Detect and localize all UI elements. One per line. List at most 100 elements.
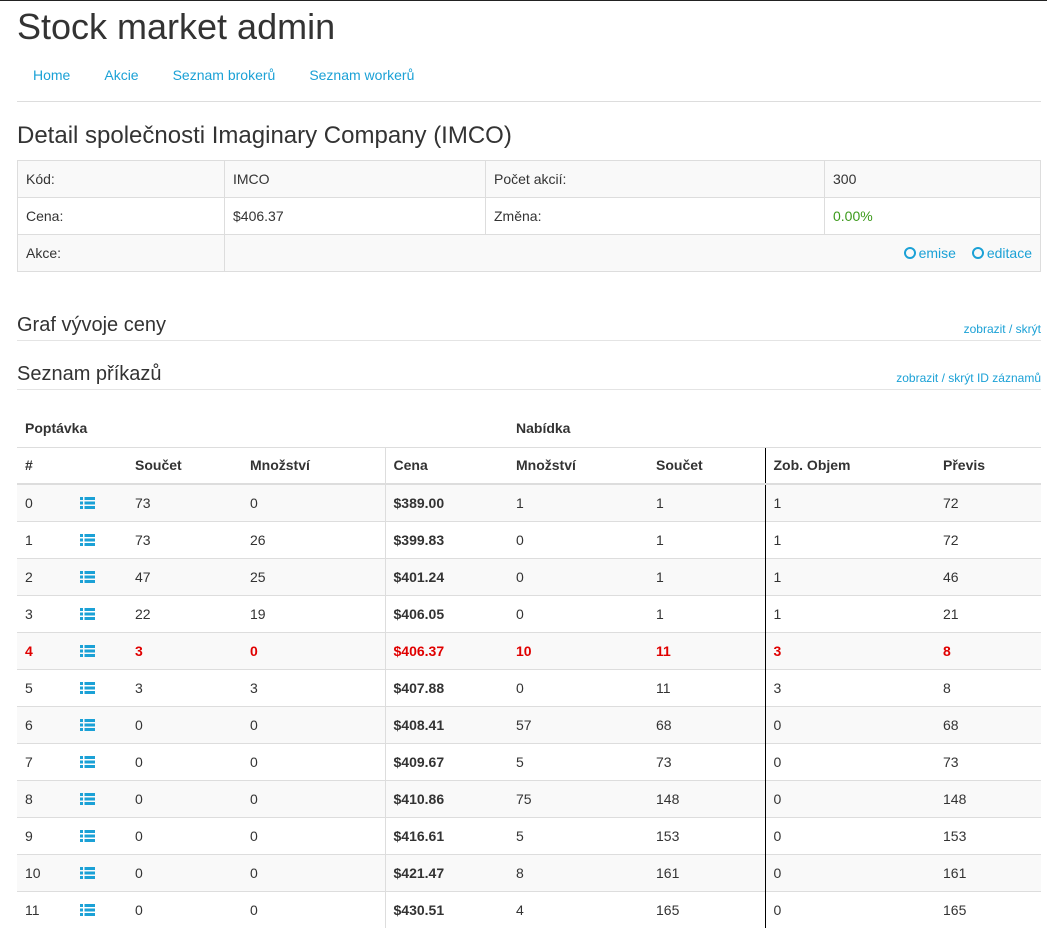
- editace-link[interactable]: editace: [971, 245, 1032, 261]
- row-soucet-right: 11: [648, 668, 765, 706]
- row-previs: 68: [935, 705, 1041, 743]
- orders-sep: /: [938, 371, 949, 385]
- row-cena: $408.41: [384, 705, 508, 743]
- row-index: 1: [17, 520, 72, 558]
- orders-section-header: Seznam příkazů zobrazit / skrýt ID zázna…: [17, 361, 1041, 390]
- row-mnozstvi-right: 75: [508, 779, 648, 817]
- graf-title: Graf vývoje ceny: [17, 314, 166, 336]
- list-icon[interactable]: [80, 533, 95, 546]
- list-icon[interactable]: [80, 681, 95, 694]
- nav-workers[interactable]: Seznam workerů: [309, 67, 414, 83]
- row-cena: $416.61: [384, 816, 508, 854]
- col-index: #: [17, 446, 72, 485]
- graf-hide-link[interactable]: skrýt: [1016, 322, 1041, 336]
- col-zob-objem: Zob. Objem: [764, 446, 935, 485]
- row-icon[interactable]: [72, 816, 127, 854]
- row-soucet-left: 3: [127, 668, 242, 706]
- row-icon[interactable]: [72, 520, 127, 558]
- row-cena: $407.88: [384, 668, 508, 706]
- row-icon[interactable]: [72, 742, 127, 780]
- table-row: 8 0 0 $410.86 75 148 0 148: [17, 779, 1041, 817]
- table-row: 10 0 0 $421.47 8 161 0 161: [17, 853, 1041, 891]
- row-previs: 8: [935, 631, 1041, 669]
- row-soucet-right: 1: [648, 594, 765, 632]
- list-icon[interactable]: [80, 903, 95, 916]
- nav-akcie[interactable]: Akcie: [104, 67, 138, 83]
- col-previs: Převis: [935, 446, 1041, 485]
- list-icon[interactable]: [80, 829, 95, 842]
- cena-value: $406.37: [224, 197, 486, 235]
- row-zob-objem: 3: [764, 631, 935, 669]
- row-icon[interactable]: [72, 631, 127, 669]
- graf-sep: /: [1005, 322, 1016, 336]
- group-poptavka: Poptávka: [25, 420, 88, 437]
- row-mnozstvi-right: 8: [508, 853, 648, 891]
- row-mnozstvi-left: 0: [242, 853, 385, 891]
- row-mnozstvi-left: 19: [242, 594, 385, 632]
- row-icon[interactable]: [72, 668, 127, 706]
- list-icon[interactable]: [80, 718, 95, 731]
- list-icon[interactable]: [80, 792, 95, 805]
- graf-show-link[interactable]: zobrazit: [964, 322, 1006, 336]
- share-icon: [903, 247, 916, 259]
- row-icon[interactable]: [72, 779, 127, 817]
- row-mnozstvi-left: 0: [242, 816, 385, 854]
- group-nabidka: Nabídka: [516, 420, 571, 437]
- row-zob-objem: 0: [764, 890, 935, 928]
- orders-show-link[interactable]: zobrazit: [896, 371, 938, 385]
- row-zob-objem: 1: [764, 594, 935, 632]
- company-detail-table: Kód: IMCO Počet akcií: 300 Cena: $406.37…: [17, 160, 1041, 272]
- row-previs: 21: [935, 594, 1041, 632]
- main-nav: Home Akcie Seznam brokerů Seznam workerů: [17, 49, 1041, 102]
- row-previs: 8: [935, 668, 1041, 706]
- list-icon[interactable]: [80, 496, 95, 509]
- row-zob-objem: 0: [764, 779, 935, 817]
- emise-label: emise: [918, 245, 956, 261]
- list-icon[interactable]: [80, 570, 95, 583]
- row-icon[interactable]: [72, 853, 127, 891]
- list-icon[interactable]: [80, 644, 95, 657]
- row-icon[interactable]: [72, 890, 127, 928]
- row-icon[interactable]: [72, 705, 127, 743]
- col-icon: [72, 446, 127, 485]
- row-soucet-right: 11: [648, 631, 765, 669]
- page-title: Detail společnosti Imaginary Company (IM…: [17, 122, 512, 149]
- table-row: 4 3 0 $406.37 10 11 3 8: [17, 631, 1041, 669]
- akce-label: Akce:: [17, 234, 225, 272]
- row-soucet-right: 1: [648, 557, 765, 595]
- graf-section-header: Graf vývoje ceny zobrazit / skrýt: [17, 312, 1041, 341]
- row-index: 7: [17, 742, 72, 780]
- row-cena: $401.24: [384, 557, 508, 595]
- row-previs: 46: [935, 557, 1041, 595]
- list-icon[interactable]: [80, 607, 95, 620]
- row-zob-objem: 0: [764, 742, 935, 780]
- row-mnozstvi-right: 4: [508, 890, 648, 928]
- row-mnozstvi-right: 0: [508, 668, 648, 706]
- row-soucet-left: 0: [127, 890, 242, 928]
- row-mnozstvi-right: 0: [508, 557, 648, 595]
- row-mnozstvi-left: 3: [242, 668, 385, 706]
- list-icon[interactable]: [80, 755, 95, 768]
- col-soucet-left: Součet: [127, 446, 242, 485]
- kod-label: Kód:: [17, 160, 225, 198]
- zmena-label: Změna:: [485, 197, 825, 235]
- row-mnozstvi-right: 0: [508, 594, 648, 632]
- col-soucet-right: Součet: [648, 446, 765, 485]
- row-icon[interactable]: [72, 483, 127, 521]
- row-mnozstvi-left: 0: [242, 742, 385, 780]
- orders-hide-link[interactable]: skrýt ID záznamů: [948, 371, 1041, 385]
- row-mnozstvi-left: 26: [242, 520, 385, 558]
- table-row: 0 73 0 $389.00 1 1 1 72: [17, 483, 1041, 521]
- row-mnozstvi-left: 0: [242, 483, 385, 521]
- nav-brokers[interactable]: Seznam brokerů: [173, 67, 276, 83]
- row-icon[interactable]: [72, 594, 127, 632]
- row-cena: $421.47: [384, 853, 508, 891]
- row-index: 11: [17, 890, 72, 928]
- nav-home[interactable]: Home: [33, 67, 70, 83]
- row-previs: 148: [935, 779, 1041, 817]
- col-cena: Cena: [384, 446, 508, 485]
- row-icon[interactable]: [72, 557, 127, 595]
- actions-cell: emise editace: [224, 234, 1041, 272]
- list-icon[interactable]: [80, 866, 95, 879]
- emise-link[interactable]: emise: [903, 245, 956, 261]
